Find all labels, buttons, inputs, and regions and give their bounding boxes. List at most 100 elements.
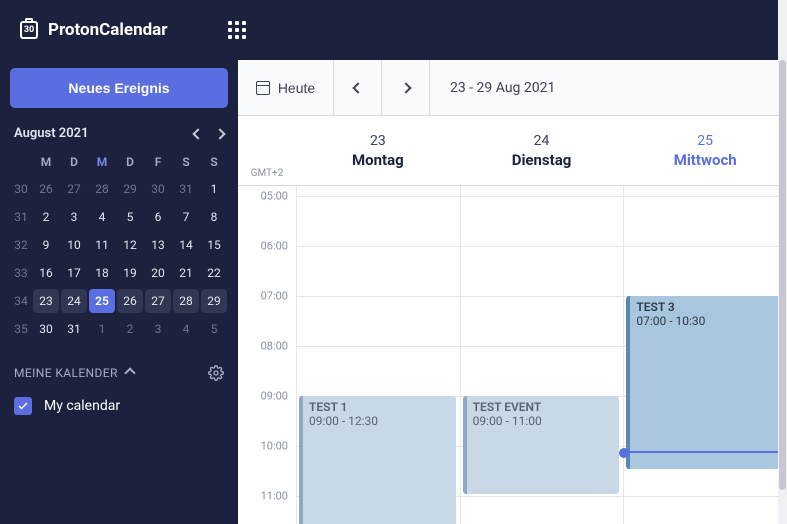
- mini-day[interactable]: 5: [200, 315, 228, 343]
- day-name: Montag: [352, 151, 404, 169]
- time-label: 05:00: [261, 190, 288, 203]
- prev-week-button[interactable]: [334, 60, 382, 116]
- scrollbar[interactable]: [778, 0, 787, 524]
- mini-day[interactable]: 22: [200, 259, 228, 287]
- mini-day[interactable]: 3: [60, 203, 88, 231]
- week-number: 30: [10, 175, 32, 203]
- time-label: 06:00: [261, 240, 288, 253]
- mini-weekday: D: [60, 149, 88, 175]
- mini-day[interactable]: 1: [200, 175, 228, 203]
- time-label: 10:00: [261, 440, 288, 453]
- day-name: Dienstag: [512, 151, 572, 169]
- day-header[interactable]: 23 Montag: [296, 116, 460, 185]
- time-column: 05:00 06:00 07:00 08:00 09:00 10:00 11:00: [238, 186, 296, 524]
- mini-day[interactable]: 30: [32, 315, 60, 343]
- mini-prev-month-icon[interactable]: [192, 128, 203, 139]
- calendar-event[interactable]: TEST EVENT 09:00 - 11:00: [463, 396, 620, 494]
- mini-day[interactable]: 31: [172, 175, 200, 203]
- panel-toolbar: Heute 23 - 29 Aug 2021: [238, 60, 787, 116]
- app-logo[interactable]: 30 ProtonCalendar: [20, 20, 220, 40]
- today-button[interactable]: Heute: [238, 60, 334, 116]
- mini-day[interactable]: 27: [144, 287, 172, 315]
- mini-day[interactable]: 27: [60, 175, 88, 203]
- mini-day[interactable]: 5: [116, 203, 144, 231]
- mini-day[interactable]: 18: [88, 259, 116, 287]
- my-calendars-header[interactable]: MEINE KALENDER: [10, 365, 228, 381]
- chevron-right-icon: [400, 82, 411, 93]
- apps-grid-icon[interactable]: [228, 21, 246, 39]
- week-number: 31: [10, 203, 32, 231]
- gear-icon[interactable]: [208, 365, 224, 381]
- mini-day[interactable]: 28: [172, 287, 200, 315]
- timezone-label: GMT+2: [238, 116, 296, 185]
- mini-weekday: F: [144, 149, 172, 175]
- mini-day[interactable]: 13: [144, 231, 172, 259]
- mini-day[interactable]: 24: [60, 287, 88, 315]
- mini-day[interactable]: 25: [88, 287, 116, 315]
- sidebar: Neues Ereignis August 2021 MDMDFSS 30262…: [0, 60, 238, 524]
- time-label: 08:00: [261, 340, 288, 353]
- new-event-button[interactable]: Neues Ereignis: [10, 68, 228, 108]
- mini-day[interactable]: 14: [172, 231, 200, 259]
- day-column[interactable]: TEST 3 07:00 - 10:30: [623, 186, 787, 524]
- topbar: 30 ProtonCalendar: [0, 0, 787, 60]
- event-time: 07:00 - 10:30: [636, 314, 705, 328]
- event-time: 09:00 - 11:00: [473, 414, 542, 428]
- day-number: 25: [697, 133, 713, 149]
- time-label: 09:00: [261, 390, 288, 403]
- calendar-icon: [256, 81, 270, 95]
- calendar-panel: Heute 23 - 29 Aug 2021 GMT+2 23 Montag 2…: [238, 60, 787, 524]
- mini-day[interactable]: 3: [144, 315, 172, 343]
- mini-day[interactable]: 17: [60, 259, 88, 287]
- mini-day[interactable]: 28: [88, 175, 116, 203]
- mini-day[interactable]: 29: [116, 175, 144, 203]
- mini-day[interactable]: 26: [116, 287, 144, 315]
- week-number: 33: [10, 259, 32, 287]
- mini-day[interactable]: 23: [32, 287, 60, 315]
- my-calendars-label: MEINE KALENDER: [14, 366, 118, 380]
- day-header[interactable]: 25 Mittwoch: [623, 116, 787, 185]
- mini-day[interactable]: 9: [32, 231, 60, 259]
- mini-day[interactable]: 10: [60, 231, 88, 259]
- calendar-event[interactable]: TEST 3 07:00 - 10:30: [626, 296, 783, 469]
- chevron-up-icon: [124, 367, 135, 378]
- mini-day[interactable]: 21: [172, 259, 200, 287]
- time-label: 07:00: [261, 290, 288, 303]
- calendar-grid[interactable]: 05:00 06:00 07:00 08:00 09:00 10:00 11:00 TEST…: [238, 186, 787, 524]
- event-title: TEST 1: [309, 400, 450, 414]
- mini-day[interactable]: 1: [88, 315, 116, 343]
- mini-day[interactable]: 7: [172, 203, 200, 231]
- next-week-button[interactable]: [382, 60, 430, 116]
- mini-weekday: D: [116, 149, 144, 175]
- mini-day[interactable]: 19: [116, 259, 144, 287]
- mini-day[interactable]: 29: [200, 287, 228, 315]
- calendar-checkbox[interactable]: [14, 397, 32, 415]
- mini-day[interactable]: 8: [200, 203, 228, 231]
- mini-day[interactable]: 11: [88, 231, 116, 259]
- scrollbar-thumb[interactable]: [779, 60, 786, 490]
- mini-day[interactable]: 4: [172, 315, 200, 343]
- mini-day[interactable]: 2: [32, 203, 60, 231]
- day-header[interactable]: 24 Dienstag: [460, 116, 624, 185]
- week-number: 32: [10, 231, 32, 259]
- mini-day[interactable]: 6: [144, 203, 172, 231]
- calendar-item[interactable]: My calendar: [10, 397, 228, 415]
- mini-day[interactable]: 31: [60, 315, 88, 343]
- mini-day[interactable]: 15: [200, 231, 228, 259]
- calendar-name: My calendar: [44, 398, 120, 414]
- mini-day[interactable]: 4: [88, 203, 116, 231]
- mini-day[interactable]: 20: [144, 259, 172, 287]
- day-column[interactable]: TEST 1 09:00 - 12:30: [296, 186, 460, 524]
- mini-day[interactable]: 16: [32, 259, 60, 287]
- mini-day[interactable]: 2: [116, 315, 144, 343]
- mini-next-month-icon[interactable]: [214, 128, 225, 139]
- mini-calendar: MDMDFSS 30262728293031131234567832910111…: [10, 149, 228, 343]
- time-label: 11:00: [261, 490, 288, 503]
- mini-day[interactable]: 26: [32, 175, 60, 203]
- mini-day[interactable]: 12: [116, 231, 144, 259]
- day-column[interactable]: TEST EVENT 09:00 - 11:00: [460, 186, 624, 524]
- now-indicator: [624, 451, 787, 453]
- mini-day[interactable]: 30: [144, 175, 172, 203]
- calendar-event[interactable]: TEST 1 09:00 - 12:30: [299, 396, 456, 524]
- day-headers: GMT+2 23 Montag 24 Dienstag 25 Mittwoch: [238, 116, 787, 186]
